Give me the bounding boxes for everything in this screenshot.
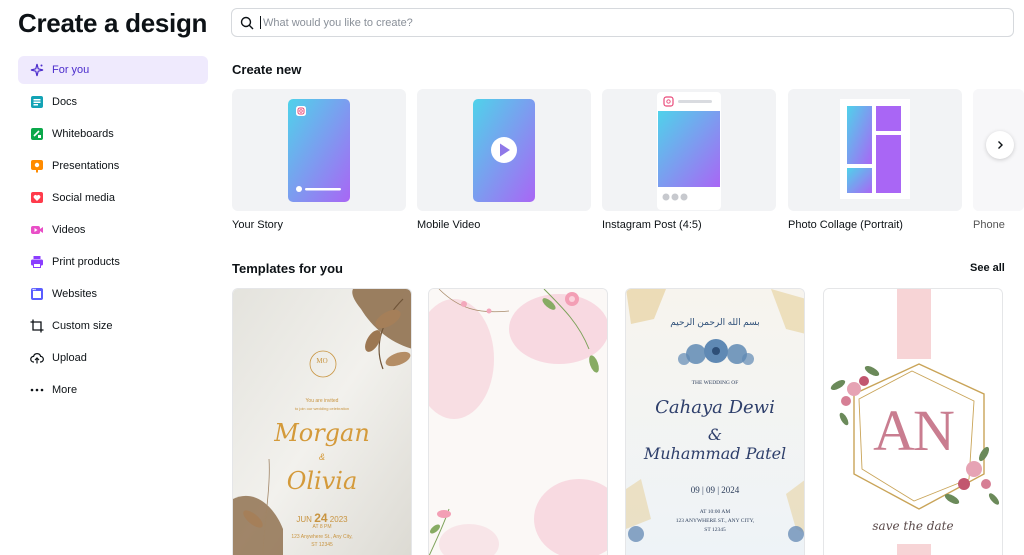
card-label: Your Story bbox=[232, 219, 283, 231]
heart-icon bbox=[30, 191, 44, 205]
template-1-state: ST 12345 bbox=[311, 542, 333, 548]
template-1-day: 24 bbox=[314, 511, 328, 525]
sidebar-item-label: Upload bbox=[52, 352, 87, 364]
create-new-title: Create new bbox=[232, 62, 302, 77]
template-card-wedding-cahaya[interactable]: بسم الله الرحمن الرحيم THE WEDDING OF Ca… bbox=[625, 288, 805, 555]
chevron-right-icon bbox=[995, 140, 1005, 150]
template-1-invite-line2: to join our wedding celebration bbox=[294, 406, 350, 411]
card-label: Photo Collage (Portrait) bbox=[788, 219, 903, 231]
sidebar-item-label: Videos bbox=[52, 224, 86, 236]
template-card-wedding-morgan[interactable]: MO You are invited to join our wedding c… bbox=[232, 288, 412, 555]
crop-icon bbox=[30, 319, 44, 333]
sidebar-item-label: Presentations bbox=[52, 160, 120, 172]
create-card-mobile-video[interactable] bbox=[417, 89, 591, 211]
cloud-upload-icon bbox=[30, 351, 44, 365]
template-4-tagline: save the date bbox=[872, 519, 954, 533]
template-3-state: ST 12345 bbox=[704, 527, 726, 533]
sidebar-item-videos[interactable]: Videos bbox=[18, 216, 208, 244]
card-label: Phone bbox=[973, 219, 1005, 231]
sidebar-item-label: Custom size bbox=[52, 320, 113, 332]
template-1-address: 123 Anywhere St., Any City, bbox=[291, 534, 353, 540]
sidebar-item-label: For you bbox=[52, 64, 90, 76]
template-3-date: 09 | 09 | 2024 bbox=[690, 485, 740, 495]
sidebar-item-for-you[interactable]: For you bbox=[18, 56, 208, 84]
photo-collage-thumbnail bbox=[840, 99, 910, 199]
presentation-icon bbox=[30, 159, 44, 173]
template-1-month: JUN bbox=[296, 515, 312, 524]
template-3-time: AT 10:00 AM bbox=[699, 509, 731, 515]
card-label: Mobile Video bbox=[417, 219, 481, 231]
sidebar-item-label: More bbox=[52, 384, 78, 396]
template-1-name1: Morgan bbox=[274, 419, 370, 447]
template-1-monogram: MO bbox=[316, 357, 328, 365]
text-caret bbox=[260, 16, 261, 29]
sparkle-icon bbox=[30, 63, 44, 77]
create-card-instagram-post[interactable] bbox=[602, 89, 776, 211]
sidebar-item-label: Print products bbox=[52, 256, 120, 268]
sidebar-item-docs[interactable]: Docs bbox=[18, 88, 208, 116]
search-bar[interactable] bbox=[231, 8, 1014, 37]
video-icon bbox=[30, 223, 44, 237]
sidebar-item-whiteboards[interactable]: Whiteboards bbox=[18, 120, 208, 148]
template-2-background bbox=[429, 289, 607, 555]
docs-icon bbox=[30, 95, 44, 109]
sidebar-item-label: Whiteboards bbox=[52, 128, 114, 140]
website-icon bbox=[30, 287, 44, 301]
search-icon bbox=[240, 16, 254, 30]
sidebar-item-label: Websites bbox=[52, 288, 98, 300]
template-1-name2: Olivia bbox=[286, 467, 358, 495]
template-1-year: 2023 bbox=[329, 515, 348, 524]
template-1-date-row: JUN 24 2023 bbox=[233, 511, 411, 525]
sidebar-item-presentations[interactable]: Presentations bbox=[18, 152, 208, 180]
template-3-name1: Cahaya Dewi bbox=[655, 397, 775, 418]
search-input[interactable] bbox=[263, 16, 963, 29]
card-label: Instagram Post (4:5) bbox=[602, 219, 702, 231]
template-3-name2: Muhammad Patel bbox=[643, 444, 787, 463]
template-1-time: AT 8 PM bbox=[312, 524, 332, 530]
instagram-post-thumbnail bbox=[657, 92, 721, 210]
template-3-calligraphy: بسم الله الرحمن الرحيم bbox=[670, 317, 760, 327]
template-1-invite: You are invited bbox=[305, 398, 339, 404]
template-4-initials: AN bbox=[873, 398, 955, 463]
sidebar-item-upload[interactable]: Upload bbox=[18, 344, 208, 372]
page-title: Create a design bbox=[18, 8, 208, 38]
mobile-video-thumbnail bbox=[473, 99, 535, 202]
sidebar-item-label: Social media bbox=[52, 192, 115, 204]
sidebar-nav: For you Docs Whiteboards Presentations S… bbox=[18, 56, 208, 408]
templates-title: Templates for you bbox=[232, 261, 344, 276]
see-all-link[interactable]: See all bbox=[970, 262, 1005, 274]
sidebar-item-label: Docs bbox=[52, 96, 78, 108]
story-thumbnail bbox=[288, 99, 350, 202]
printer-icon bbox=[30, 255, 44, 269]
template-3-background bbox=[626, 289, 804, 555]
create-card-your-story[interactable] bbox=[232, 89, 406, 211]
template-card-pink-floral[interactable] bbox=[428, 288, 608, 555]
template-1-ampersand: & bbox=[318, 452, 325, 462]
sidebar-item-social-media[interactable]: Social media bbox=[18, 184, 208, 212]
template-3-heading: THE WEDDING OF bbox=[691, 380, 739, 386]
more-icon bbox=[30, 383, 44, 397]
template-card-save-the-date[interactable]: AN save the date bbox=[823, 288, 1003, 555]
carousel-next-button[interactable] bbox=[986, 131, 1014, 159]
sidebar-item-websites[interactable]: Websites bbox=[18, 280, 208, 308]
template-3-ampersand: & bbox=[707, 425, 723, 444]
template-3-address: 123 ANYWHERE ST., ANY CITY, bbox=[675, 518, 755, 524]
sidebar-item-custom-size[interactable]: Custom size bbox=[18, 312, 208, 340]
create-card-photo-collage[interactable] bbox=[788, 89, 962, 211]
sidebar-item-print-products[interactable]: Print products bbox=[18, 248, 208, 276]
sidebar-item-more[interactable]: More bbox=[18, 376, 208, 404]
whiteboard-icon bbox=[30, 127, 44, 141]
sidebar: Create a design For you Docs Whiteboards… bbox=[0, 0, 216, 555]
